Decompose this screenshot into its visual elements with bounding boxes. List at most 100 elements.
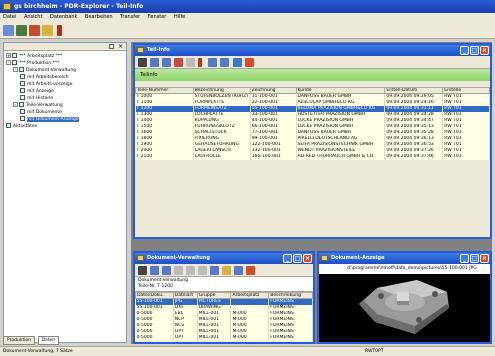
maximize-button[interactable]: □ <box>470 46 479 55</box>
tree-node[interactable]: mit Dokument-Anzeige <box>6 116 124 123</box>
window-icon <box>137 255 144 261</box>
maximize-button[interactable]: □ <box>470 254 479 263</box>
close-button[interactable]: × <box>303 254 312 263</box>
dokverw-info: Dokument-Verwaltung Teile-Nr. T 1200 <box>135 277 313 292</box>
marker-icon[interactable] <box>198 58 202 67</box>
grid-icon[interactable] <box>220 58 229 67</box>
dokverw-titlebar: Dokument-Verwaltung _ □ × <box>135 253 313 264</box>
menu-fenster[interactable]: Fenster <box>145 13 170 22</box>
expand-icon[interactable]: + <box>6 53 11 58</box>
app-title: gs birchheim - PDR-Explorer - Teil-Info <box>14 3 144 10</box>
binoculars-icon[interactable] <box>138 266 147 275</box>
export-icon[interactable] <box>246 266 255 275</box>
menu-datei[interactable]: Datei <box>0 13 19 22</box>
window-icon <box>137 47 144 53</box>
table-cell: 0-5000 <box>135 334 174 341</box>
tree-node[interactable]: mit Arbeits-vorzeige <box>6 81 124 88</box>
copy-icon[interactable] <box>150 266 159 275</box>
navigation-tree: + *** Arbeitsplatz *** - *** Produktion ***… <box>4 51 126 132</box>
close-icon[interactable]: × <box>118 43 123 50</box>
tree-icon[interactable] <box>16 25 27 36</box>
teil-info-title: Teil-Info <box>147 47 170 53</box>
collapse-icon[interactable]: - <box>13 102 18 107</box>
tree-node-label: Dokument-Verwaltung <box>26 68 77 73</box>
new-icon[interactable] <box>186 266 195 275</box>
teil-info-banner: Teilinfo <box>135 69 490 81</box>
edit-icon[interactable] <box>186 58 195 67</box>
tree-node[interactable]: mit Historie <box>6 95 124 102</box>
tree-node-label: Aktivitäten <box>13 124 38 129</box>
print-icon[interactable] <box>29 25 40 36</box>
list-icon[interactable] <box>208 58 217 67</box>
tree-node-label: mit Dokument-Anzeige <box>27 117 79 122</box>
status-text: Dokument-Verwaltung, 7 Sätze <box>3 349 73 354</box>
dokverw-title: Dokument-Verwaltung <box>147 255 210 261</box>
paste-icon[interactable] <box>162 266 171 275</box>
collapse-icon[interactable]: - <box>13 67 18 72</box>
info-icon[interactable] <box>57 25 62 36</box>
menu-transfer[interactable]: Transfer <box>117 13 143 22</box>
tree-node[interactable]: mit Anzeige <box>6 88 124 95</box>
table-cell: FORMEINS <box>268 334 313 341</box>
grid-icon[interactable] <box>234 266 243 275</box>
minimize-button[interactable]: _ <box>460 46 469 55</box>
menu-hilfe[interactable]: Hilfe <box>171 13 188 22</box>
tab-produktion[interactable]: Produktion <box>3 336 36 345</box>
menu-ansicht[interactable]: Ansicht <box>21 13 45 22</box>
part-image-viewer[interactable] <box>319 274 490 342</box>
close-button[interactable]: × <box>480 46 489 55</box>
delete-icon[interactable] <box>174 58 183 67</box>
copy-icon[interactable] <box>150 58 159 67</box>
table-cell: T 2100 <box>135 153 194 160</box>
pin-icon[interactable] <box>109 44 114 49</box>
save-icon[interactable] <box>198 266 207 275</box>
list-icon[interactable] <box>210 266 219 275</box>
tree-node[interactable]: - Teile-Verwaltung <box>6 102 124 109</box>
tree-node[interactable]: mit Arbeitsbereich <box>6 74 124 81</box>
tree-node-label: *** Produktion *** <box>19 61 60 66</box>
table-cell: BELOMA PRÄZISION GMBH&CO KG <box>296 105 386 112</box>
maximize-button[interactable]: □ <box>293 254 302 263</box>
dokument-anzeige-window: Dokument-Anzeige _ □ × d:\programme\mhoff\… <box>317 251 492 344</box>
part-render-image <box>359 280 449 334</box>
app-titlebar: gs birchheim - PDR-Explorer - Teil-Info <box>0 0 495 13</box>
binoculars-icon[interactable] <box>138 58 147 67</box>
tree-node[interactable]: mit Dokumente <box>6 109 124 116</box>
menu-datenbank[interactable]: Datenbank <box>47 13 80 22</box>
minimize-button[interactable]: _ <box>283 254 292 263</box>
filter-icon[interactable] <box>233 58 242 67</box>
minimize-button[interactable]: _ <box>460 254 469 263</box>
table-row[interactable]: 0-5000 OPT MILL-001 M-000 FORMEINS <box>135 334 313 341</box>
tree-node[interactable]: Aktivitäten <box>6 123 124 130</box>
folder-icon[interactable] <box>42 25 53 36</box>
folder-icon[interactable] <box>222 266 231 275</box>
viewer-path: d:\programme\mhoff\data_demo\pictures\55… <box>319 264 490 274</box>
nav-tabs: Produktion Daten <box>3 336 60 345</box>
tree-node-label: *** Arbeitsplatz *** <box>19 54 63 59</box>
main-toolbar <box>0 22 495 39</box>
teil-info-window: Teil-Info _ □ × Teilinfo Teile-Nummer Bezei… <box>133 43 492 239</box>
table-cell: RW T01 <box>442 153 490 160</box>
close-button[interactable]: × <box>480 254 489 263</box>
teil-info-toolbar <box>135 56 490 69</box>
tab-daten[interactable]: Daten <box>37 336 60 345</box>
tree-node[interactable]: + *** Arbeitsplatz *** <box>6 53 124 60</box>
folder-icon <box>19 67 24 72</box>
tree-node-label: mit Dokumente <box>27 110 62 115</box>
navigation-pane: × + *** Arbeitsplatz *** - *** Produktion *… <box>3 42 127 343</box>
paste-icon[interactable] <box>162 58 171 67</box>
explorer-icon[interactable] <box>3 25 14 36</box>
tree-node[interactable]: - *** Produktion *** <box>6 60 124 67</box>
table-row[interactable]: T 2100 LAUFROLLE 166-100-001 ALFRED THURRAU… <box>135 153 490 160</box>
window-icon <box>321 255 328 261</box>
folder-icon <box>19 102 24 107</box>
tree-node-label: Teile-Verwaltung <box>26 103 63 108</box>
collapse-icon[interactable]: - <box>6 60 11 65</box>
tree-node[interactable]: - Dokument-Verwaltung <box>6 67 124 74</box>
export-icon[interactable] <box>245 58 254 67</box>
folder-icon <box>12 60 17 65</box>
table-cell: MILL-001 <box>197 334 232 341</box>
table-cell: LAUFROLLE <box>193 153 251 160</box>
menu-bearbeiten[interactable]: Bearbeiten <box>82 13 115 22</box>
edit-icon[interactable] <box>174 266 183 275</box>
